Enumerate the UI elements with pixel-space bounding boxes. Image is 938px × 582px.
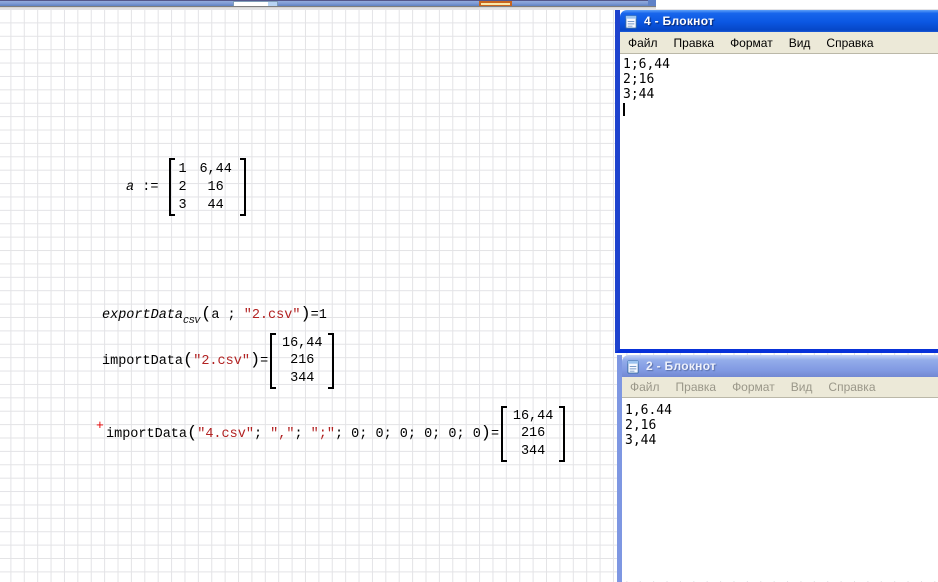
import2-expression-region[interactable]: + importData("4.csv"; ","; ";"; 0; 0; 0;… <box>98 404 567 464</box>
window4-menubar: Файл Правка Формат Вид Справка <box>620 32 938 53</box>
paren-open: ( <box>183 351 193 370</box>
matrix-cell: 1 <box>179 162 187 177</box>
notepad-icon[interactable] <box>626 359 641 374</box>
result-vector: 16,44 216 344 <box>501 406 565 462</box>
menu-view[interactable]: Вид <box>781 36 819 50</box>
matrix-cell: 16 <box>196 180 236 195</box>
equals-sign: = <box>311 308 319 323</box>
paren-close: ) <box>250 351 260 370</box>
window2-text-area[interactable]: 1,6.44 2,16 3,44 <box>622 397 938 581</box>
paren-open: ( <box>187 424 197 443</box>
desktop-screen: a := 16,44 216 344 exportDataCSV(a ; "2.… <box>0 0 938 582</box>
import-function-name: importData <box>106 427 187 442</box>
menu-edit[interactable]: Правка <box>668 380 725 394</box>
menu-format[interactable]: Формат <box>724 380 783 394</box>
equals-sign: = <box>491 427 499 442</box>
import-function-name: importData <box>102 354 183 369</box>
menu-format[interactable]: Формат <box>722 36 781 50</box>
bracket-right <box>559 406 565 462</box>
window4-text-area[interactable]: 1;6,44 2;16 3;44 <box>620 53 938 349</box>
text-line: 3;44 <box>623 87 938 102</box>
vector-cell: 16,44 <box>281 336 323 351</box>
matrix-cell: 3 <box>179 198 187 213</box>
import-filename-string: "4.csv" <box>197 427 254 442</box>
text-line: 2,16 <box>625 418 938 433</box>
text-line: 1,6.44 <box>625 403 938 418</box>
notepad-window-2: 2 - Блокнот Файл Правка Формат Вид Справ… <box>617 355 938 582</box>
matrix-cell: 2 <box>179 180 187 195</box>
paren-close: ) <box>300 305 310 324</box>
numeric-args: ; 0; 0; 0; 0; 0; 0 <box>335 427 481 442</box>
matrix-variable: a <box>126 180 134 195</box>
export-arg: a ; <box>211 308 243 323</box>
window2-menubar: Файл Правка Формат Вид Справка <box>622 377 938 397</box>
notepad-window-4: 4 - Блокнот Файл Правка Формат Вид Справ… <box>615 10 938 353</box>
delimiter-string: ";" <box>311 427 335 442</box>
menu-view[interactable]: Вид <box>783 380 821 394</box>
window4-titlebar[interactable]: 4 - Блокнот <box>620 10 938 32</box>
export-expression-region[interactable]: exportDataCSV(a ; "2.csv")=1 <box>102 303 327 327</box>
export-filename-string: "2.csv" <box>244 308 301 323</box>
export-result: 1 <box>319 308 327 323</box>
menu-file[interactable]: Файл <box>622 380 668 394</box>
paren-close: ) <box>481 424 491 443</box>
vector-cell: 16,44 <box>512 409 554 424</box>
insert-cursor-marker: + <box>96 418 98 433</box>
text-line: 3,44 <box>625 433 938 448</box>
window2-title: 2 - Блокнот <box>646 359 716 373</box>
assign-operator <box>134 180 142 195</box>
import1-expression-region[interactable]: importData("2.csv")= 16,44 216 344 <box>102 331 336 391</box>
vector-cell: 216 <box>512 426 554 441</box>
equals-sign: = <box>260 354 268 369</box>
matrix-cell: 6,44 <box>196 162 236 177</box>
text-caret <box>623 103 625 116</box>
delimiter-string: "," <box>270 427 294 442</box>
matrix-definition-region[interactable]: a := 1 6,44 2 16 3 44 <box>126 158 248 216</box>
paren-open: ( <box>201 305 211 324</box>
arg-separator: ; <box>254 427 270 442</box>
export-function-name: exportData <box>102 308 183 323</box>
menu-file[interactable]: Файл <box>620 36 666 50</box>
vector-cell: 344 <box>512 444 554 459</box>
matrix-a: 1 6,44 2 16 3 44 <box>169 158 246 216</box>
bracket-right <box>328 333 334 389</box>
window2-titlebar[interactable]: 2 - Блокнот <box>622 355 938 377</box>
menu-help[interactable]: Справка <box>820 380 883 394</box>
text-line: 1;6,44 <box>623 57 938 72</box>
arg-separator: ; <box>294 427 310 442</box>
notepad-icon[interactable] <box>624 14 639 29</box>
menu-edit[interactable]: Правка <box>666 36 723 50</box>
window4-title: 4 - Блокнот <box>644 14 714 28</box>
assign-symbol: := <box>142 180 158 195</box>
matrix-cell: 44 <box>196 198 236 213</box>
bracket-right <box>240 158 246 216</box>
import-filename-string: "2.csv" <box>193 354 250 369</box>
vector-cell: 216 <box>281 353 323 368</box>
vector-cell: 344 <box>281 371 323 386</box>
text-line: 2;16 <box>623 72 938 87</box>
export-subscript: CSV <box>183 315 200 326</box>
menu-help[interactable]: Справка <box>818 36 881 50</box>
result-vector: 16,44 216 344 <box>270 333 334 389</box>
